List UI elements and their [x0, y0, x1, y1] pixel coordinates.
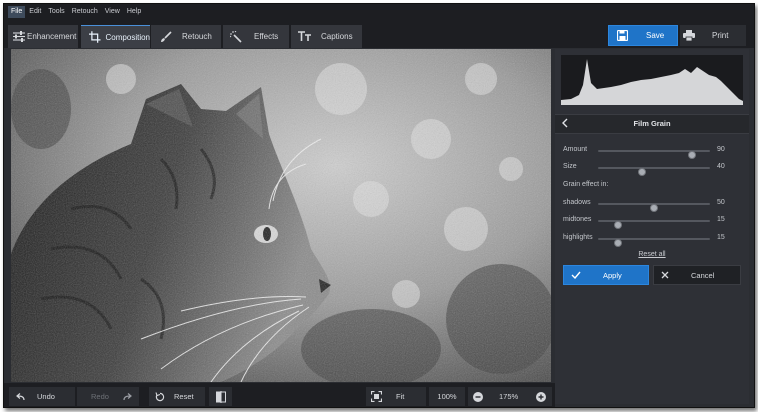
panel-title: Film Grain	[633, 119, 671, 128]
magic-wand-icon	[230, 30, 242, 43]
undo-icon	[16, 392, 25, 400]
tab-label: Effects	[254, 32, 279, 41]
reset-label: Reset	[174, 392, 194, 401]
tab-label: Captions	[321, 32, 353, 41]
menu-help[interactable]: Help	[124, 6, 144, 18]
highlights-slider-row: highlights 15	[563, 233, 743, 247]
midtones-value: 15	[717, 216, 725, 223]
photo-canvas[interactable]	[11, 49, 551, 382]
redo-label: Redo	[91, 392, 109, 401]
cancel-button[interactable]: Cancel	[653, 265, 741, 285]
print-button[interactable]: Print	[680, 25, 746, 46]
highlights-value: 15	[717, 234, 725, 241]
midtones-slider-row: midtones 15	[563, 215, 743, 229]
size-label: Size	[563, 163, 577, 170]
floppy-disk-icon	[617, 30, 628, 41]
bottom-toolbar: Undo Redo Reset Fit 100% 175%	[4, 383, 555, 407]
shadows-slider[interactable]	[598, 203, 710, 212]
zoom-value: 175%	[499, 392, 519, 401]
tab-effects[interactable]: Effects	[223, 25, 289, 48]
menu-edit[interactable]: Edit	[26, 6, 44, 18]
printer-icon	[683, 30, 695, 41]
zoom-in-icon[interactable]	[536, 391, 547, 402]
amount-value: 90	[717, 146, 725, 153]
highlights-slider[interactable]	[598, 238, 710, 247]
grain-section-label: Grain effect in:	[563, 181, 609, 188]
save-button[interactable]: Save	[608, 25, 678, 46]
text-icon	[298, 31, 311, 41]
amount-slider[interactable]	[598, 150, 710, 159]
app-window: File Edit Tools Retouch View Help Enhanc…	[3, 3, 755, 408]
shadows-label: shadows	[563, 199, 591, 206]
size-slider[interactable]	[598, 167, 710, 176]
midtones-slider[interactable]	[598, 220, 710, 229]
menu-file[interactable]: File	[8, 5, 26, 18]
zoom-100-button[interactable]: 100%	[429, 387, 465, 406]
undo-button[interactable]: Undo	[9, 387, 75, 406]
redo-button[interactable]: Redo	[77, 387, 139, 406]
shadows-value: 50	[717, 199, 725, 206]
cancel-label: Cancel	[691, 270, 715, 280]
shadows-slider-row: shadows 50	[563, 198, 743, 212]
tab-captions[interactable]: Captions	[291, 25, 362, 48]
tab-label: Enhancement	[27, 32, 77, 41]
amount-slider-row: Amount 90	[563, 145, 743, 159]
highlights-slider-handle[interactable]	[614, 239, 622, 247]
tab-label: Retouch	[182, 32, 212, 41]
print-label: Print	[712, 31, 729, 40]
zoom-100-label: 100%	[437, 392, 457, 401]
size-slider-row: Size 40	[563, 162, 743, 176]
close-icon	[661, 271, 669, 279]
menu-view[interactable]: View	[102, 6, 123, 18]
menu-retouch[interactable]: Retouch	[69, 6, 101, 18]
brush-icon	[161, 30, 172, 42]
histogram-graph	[561, 59, 743, 105]
checkmark-icon	[571, 271, 581, 279]
apply-label: Apply	[603, 270, 622, 280]
histogram	[561, 55, 743, 105]
adjustment-panel: Film Grain Amount 90 Size 40 Grain effec…	[555, 49, 749, 404]
menu-bar: File Edit Tools Retouch View Help	[4, 4, 754, 19]
fit-label: Fit	[396, 392, 405, 401]
tab-composition[interactable]: Composition	[81, 25, 150, 48]
tab-label: Composition	[105, 32, 150, 42]
size-slider-handle[interactable]	[638, 168, 646, 176]
cat-photo	[11, 49, 551, 382]
compare-icon	[215, 390, 226, 403]
amount-label: Amount	[563, 146, 588, 153]
crop-icon	[89, 31, 101, 43]
midtones-label: midtones	[563, 216, 592, 223]
zoom-control: 175%	[468, 387, 552, 406]
apply-button[interactable]: Apply	[563, 265, 649, 285]
sliders-icon	[13, 31, 25, 42]
redo-icon	[123, 392, 132, 400]
panel-header: Film Grain	[555, 114, 749, 134]
zoom-out-icon[interactable]	[473, 391, 483, 402]
amount-slider-handle[interactable]	[688, 151, 696, 159]
undo-label: Undo	[37, 392, 55, 401]
size-value: 40	[717, 163, 725, 170]
tab-enhancement[interactable]: Enhancement	[8, 25, 78, 48]
shadows-slider-handle[interactable]	[650, 204, 658, 212]
midtones-slider-handle[interactable]	[614, 221, 622, 229]
compare-button[interactable]	[209, 387, 232, 406]
fit-button[interactable]: Fit	[366, 387, 426, 406]
reset-icon	[155, 391, 165, 401]
reset-button[interactable]: Reset	[149, 387, 205, 406]
fit-screen-icon	[371, 391, 382, 402]
save-label: Save	[646, 31, 665, 40]
highlights-label: highlights	[563, 234, 593, 241]
reset-all-link[interactable]: Reset all	[555, 251, 749, 258]
tab-retouch[interactable]: Retouch	[151, 25, 221, 48]
menu-tools[interactable]: Tools	[45, 6, 67, 18]
